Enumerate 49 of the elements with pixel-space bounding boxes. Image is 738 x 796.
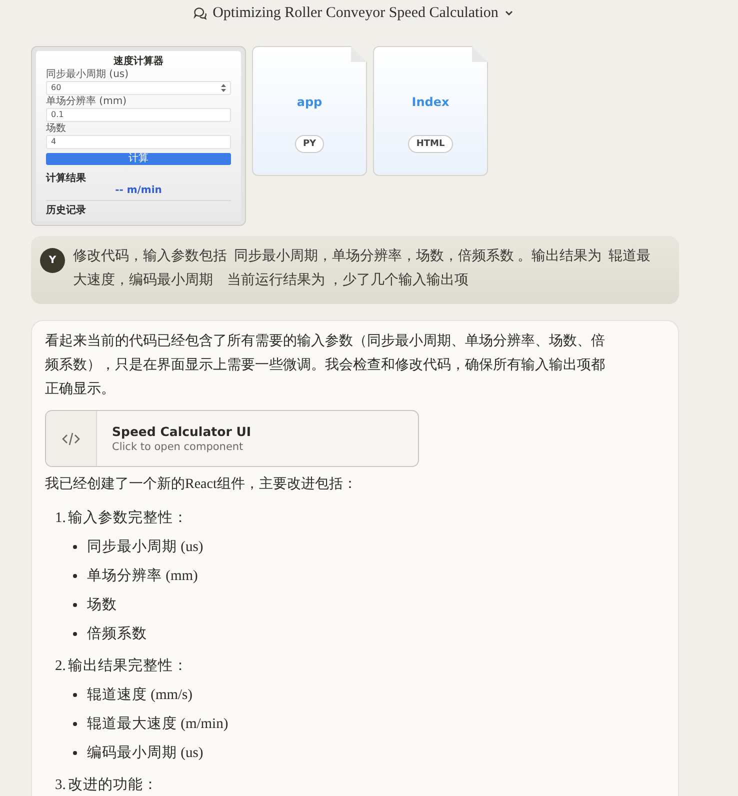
user-avatar: Y	[40, 248, 65, 273]
bullet-icon	[73, 693, 77, 697]
field-label: 单场分辨率 (mm)	[46, 96, 126, 107]
screenshot-thumbnail[interactable]: 速度计算器 同步最小周期 (us) 60 单场分辨率 (mm) 0.1 场数 4 计算 计算结果 -- m/min 历史记录	[31, 46, 246, 226]
list-item: 同步最小周期 (us)	[87, 538, 204, 557]
file-card[interactable]: Index HTML	[373, 46, 488, 176]
file-type-badge: HTML	[408, 135, 453, 153]
bullet-icon	[73, 545, 77, 549]
list-number: 1.	[55, 509, 66, 528]
input-field: 0.1	[46, 108, 231, 122]
field-label: 场数	[46, 123, 66, 134]
list-item: 编码最小周期 (us)	[87, 744, 204, 763]
corner-fold-icon	[472, 46, 488, 62]
result-heading: 计算结果	[46, 173, 86, 185]
list-item: 单场分辨率 (mm)	[87, 566, 198, 586]
response-paragraph: 看起来当前的代码已经包含了所有需要的输入参数（同步最小周期、单场分辨率、场数、倍频系数），只是在界面显示上需要一些微调。我会检查和修改代码，确保所有输入输出项都正确显示。	[45, 332, 606, 399]
list-heading: 改进的功能：	[68, 776, 158, 795]
result-value: -- m/min	[115, 185, 162, 197]
field-label: 同步最小周期 (us)	[46, 69, 129, 80]
artifact-subtitle: Click to open component	[112, 441, 244, 453]
bullet-icon	[73, 632, 77, 636]
bullet-icon	[73, 751, 77, 755]
history-heading: 历史记录	[46, 205, 86, 217]
chat-icon	[192, 6, 207, 20]
corner-fold-icon	[351, 46, 367, 62]
message-text: 修改代码，输入参数包括 同步最小周期，单场分辨率，场数，倍频系数 。输出结果为 辊道最大速度，编码最小周期 当前运行结果为 ，少了几个输入输出项	[73, 247, 652, 290]
spinner-icon	[221, 84, 226, 92]
bullet-icon	[73, 574, 77, 578]
artifact-card[interactable]: Speed Calculator UI Click to open component	[45, 410, 419, 467]
file-type-badge: PY	[294, 135, 324, 153]
list-number: 3.	[55, 776, 66, 795]
list-heading: 输入参数完整性：	[68, 508, 188, 528]
bullet-icon	[73, 603, 77, 607]
list-number: 2.	[55, 657, 66, 676]
chat-title[interactable]: Optimizing Roller Conveyor Speed Calculation	[212, 4, 498, 22]
artifact-title: Speed Calculator UI	[112, 424, 252, 439]
bullet-icon	[73, 722, 77, 726]
list-heading: 输出结果完整性：	[68, 656, 188, 676]
file-card[interactable]: app PY	[252, 46, 367, 176]
input-field: 4	[46, 135, 231, 149]
calculate-button: 计算	[46, 153, 231, 165]
input-field: 60	[46, 81, 231, 95]
chevron-down-icon[interactable]	[504, 8, 514, 18]
list-item: 场数	[87, 596, 117, 615]
list-item: 辊道最大速度 (m/min)	[87, 714, 228, 734]
calculator-title: 速度计算器	[114, 55, 164, 68]
list-item: 辊道速度 (mm/s)	[87, 686, 193, 705]
response-paragraph: 我已经创建了一个新的React组件，主要改进包括：	[45, 475, 357, 494]
list-item: 倍频系数	[87, 625, 147, 644]
